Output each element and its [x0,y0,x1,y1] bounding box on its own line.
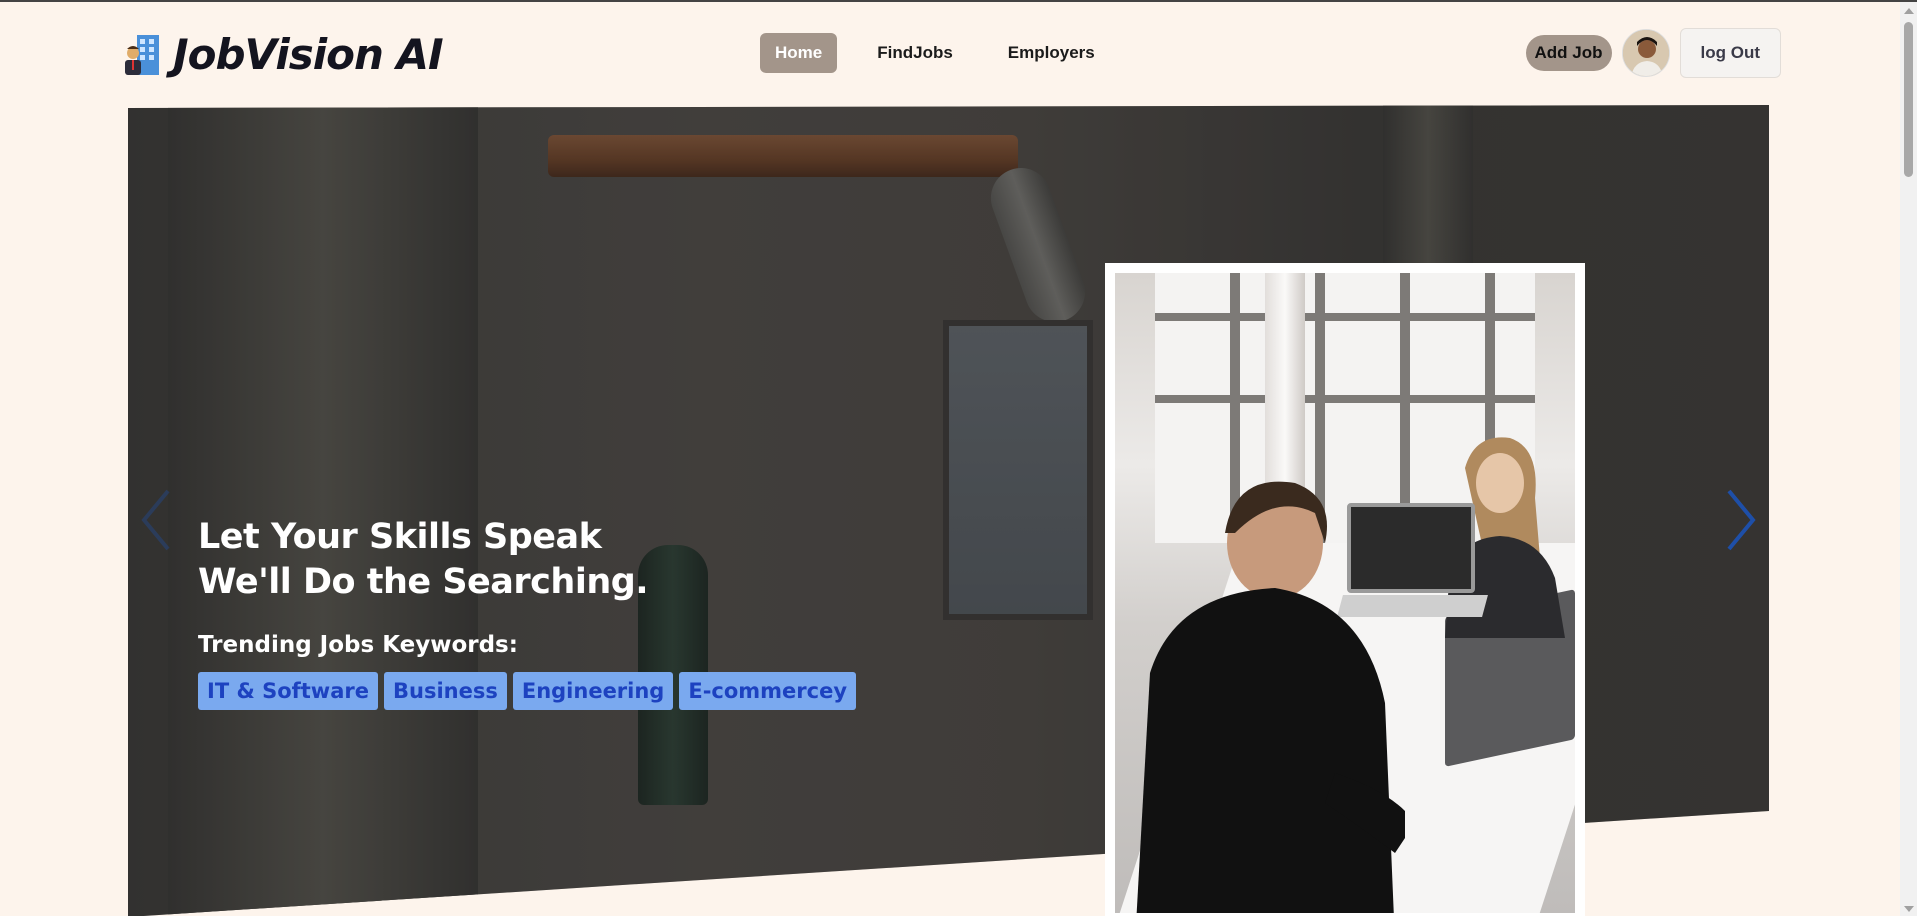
chevron-left-icon [141,489,170,551]
nav-employers[interactable]: Employers [993,33,1110,73]
scroll-down-icon[interactable] [1904,906,1914,912]
keyword-chip-engineering[interactable]: Engineering [512,672,674,710]
scroll-thumb[interactable] [1904,22,1913,177]
user-avatar[interactable] [1621,29,1670,77]
chevron-right-icon [1727,489,1756,551]
interview-photo [1105,263,1585,916]
carousel-prev-button[interactable] [136,485,176,555]
nav-home[interactable]: Home [760,33,838,73]
keyword-chip-business[interactable]: Business [383,672,507,710]
scroll-up-icon[interactable] [1904,8,1914,14]
keyword-chip-ecommerce[interactable]: E-commercey [679,672,857,710]
brand-name: JobVision AI [173,30,444,79]
main-nav: Home FindJobs Employers [760,33,1110,73]
trending-keywords-title: Trending Jobs Keywords: [198,632,518,658]
logout-button[interactable]: log Out [1679,28,1781,78]
headline-line-2: We'll Do the Searching. [198,562,649,602]
nav-findjobs[interactable]: FindJobs [862,33,968,73]
carousel-next-button[interactable] [1721,485,1761,555]
brand-logo[interactable]: JobVision AI [123,30,444,79]
office-worker-building-icon [123,33,163,77]
keyword-chip-it-software[interactable]: IT & Software [198,672,378,710]
keyword-chips: IT & Software Business Engineering E-com… [198,672,857,710]
add-job-button[interactable]: Add Job [1525,35,1612,71]
headline-line-1: Let Your Skills Speak [198,517,602,557]
hero-headline: Let Your Skills Speak We'll Do the Searc… [198,515,649,605]
page-scrollbar[interactable] [1900,2,1917,916]
header-actions: Add Job log Out [1525,28,1781,78]
